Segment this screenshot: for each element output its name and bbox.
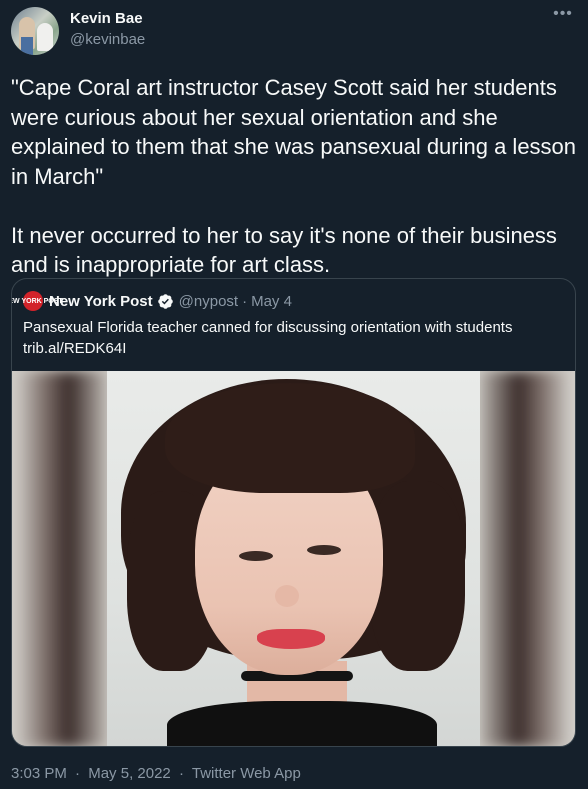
avatar-figure — [21, 37, 33, 55]
tweet-paragraph: It never occurred to her to say it's non… — [11, 222, 557, 278]
tweet-time[interactable]: 3:03 PM — [11, 765, 67, 782]
separator-dot: · — [178, 765, 184, 782]
avatar-figure — [37, 23, 53, 51]
quoted-tweet-text: Pansexual Florida teacher canned for dis… — [23, 317, 563, 359]
image-blur-right — [480, 371, 575, 746]
quoted-tweet-date[interactable]: May 4 — [251, 293, 292, 310]
tweet-date[interactable]: May 5, 2022 — [88, 765, 171, 782]
verified-badge-icon — [157, 293, 174, 310]
more-icon: ••• — [553, 5, 573, 22]
photo-hair — [369, 481, 465, 671]
quoted-tweet-headline: Pansexual Florida teacher canned for dis… — [23, 319, 513, 336]
quoted-tweet-image[interactable] — [12, 371, 575, 746]
nypost-logo-icon[interactable]: NEW YORK POST — [12, 291, 63, 311]
image-blur-left — [12, 371, 107, 746]
quoted-tweet-link[interactable]: trib.al/REDK64I — [23, 338, 563, 359]
author-handle[interactable]: @kevinbae — [70, 31, 145, 48]
quoted-tweet-header: NEW YORK POST New York Post @nypost · Ma… — [12, 291, 292, 311]
quoted-author-handle[interactable]: @nypost — [179, 293, 238, 310]
author-name[interactable]: Kevin Bae — [70, 10, 143, 27]
tweet: Kevin Bae @kevinbae ••• "Cape Coral art … — [0, 0, 588, 789]
quoted-tweet[interactable]: NEW YORK POST New York Post @nypost · Ma… — [11, 278, 576, 747]
photo-eye — [239, 551, 273, 561]
author-avatar[interactable] — [11, 7, 59, 55]
tweet-paragraph: "Cape Coral art instructor Casey Scott s… — [11, 75, 577, 189]
tweet-text: "Cape Coral art instructor Casey Scott s… — [11, 73, 581, 280]
photo-shirt — [167, 701, 437, 746]
separator-dot: · — [75, 765, 81, 782]
more-options-button[interactable]: ••• — [550, 5, 576, 28]
photo-eye — [307, 545, 341, 555]
quoted-author-name[interactable]: New York Post — [49, 293, 153, 310]
separator-dot: · — [242, 292, 248, 310]
photo-bangs — [165, 383, 415, 493]
photo-nose — [275, 585, 299, 607]
tweet-metadata: 3:03 PM · May 5, 2022 · Twitter Web App — [11, 765, 301, 782]
tweet-source[interactable]: Twitter Web App — [192, 765, 301, 782]
portrait-photo — [107, 371, 480, 746]
photo-lips — [257, 629, 325, 649]
